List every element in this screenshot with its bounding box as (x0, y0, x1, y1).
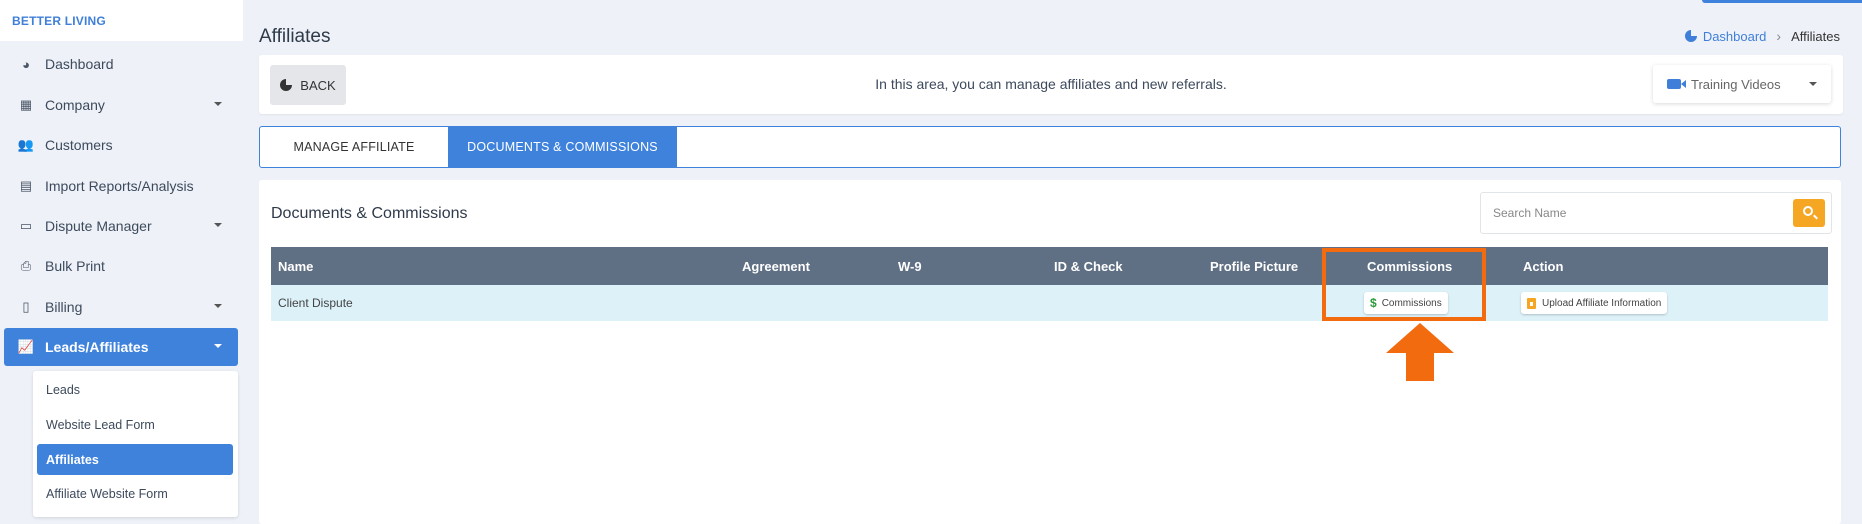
laptop-icon: ▭ (19, 218, 33, 233)
building-icon: ▦ (19, 97, 33, 112)
info-bar: BACK In this area, you can manage affili… (259, 55, 1843, 114)
breadcrumb-home-label: Dashboard (1702, 28, 1767, 44)
pie-chart-icon: ◕ (22, 56, 30, 72)
video-camera-icon (1667, 79, 1686, 89)
search-box (1480, 192, 1832, 234)
sidebar-item-label: Customers (45, 137, 113, 153)
sidebar-item-dashboard[interactable]: ◕ Dashboard (4, 45, 238, 83)
brand-logo[interactable]: BETTER LIVING (0, 0, 243, 41)
breadcrumb-current: Affiliates (1791, 28, 1840, 44)
column-header-profile-picture: Profile Picture (1210, 258, 1299, 274)
sidebar-item-label: Bulk Print (45, 258, 105, 274)
tab-bar: MANAGE AFFILIATE DOCUMENTS & COMMISSIONS (259, 126, 1841, 168)
submenu-item-affiliate-website-form[interactable]: Affiliate Website Form (37, 478, 233, 509)
sidebar-item-bulk-print[interactable]: ⎙ Bulk Print (4, 247, 238, 285)
search-input[interactable] (1481, 193, 1791, 233)
caret-down-icon (214, 223, 222, 227)
invoice-icon: ▯ (22, 299, 30, 314)
affiliates-table: Name Agreement W-9 ID & Check Profile Pi… (271, 247, 1828, 321)
chevron-right-icon: › (1776, 28, 1782, 44)
sidebar-item-label: Import Reports/Analysis (45, 178, 194, 194)
breadcrumb-dashboard-link[interactable]: Dashboard (1684, 28, 1767, 44)
file-import-icon: ▤ (19, 178, 33, 193)
cell-name: Client Dispute (278, 296, 353, 310)
sidebar-item-billing[interactable]: ▯ Billing (4, 288, 238, 326)
training-videos-dropdown[interactable]: Training Videos (1653, 65, 1831, 103)
column-header-id-check: ID & Check (1054, 258, 1123, 274)
caret-down-icon (214, 102, 222, 106)
search-button[interactable] (1793, 199, 1825, 227)
tab-manage-affiliate[interactable]: MANAGE AFFILIATE (260, 127, 448, 167)
sidebar-item-leads-affiliates[interactable]: 📈 Leads/Affiliates (4, 328, 238, 366)
sidebar-item-customers[interactable]: 👥 Customers (4, 126, 238, 164)
sidebar-item-dispute-manager[interactable]: ▭ Dispute Manager (4, 207, 238, 245)
top-accent-bar (1702, 0, 1862, 3)
table-header: Name Agreement W-9 ID & Check Profile Pi… (271, 247, 1828, 285)
training-videos-label: Training Videos (1691, 76, 1781, 92)
page-title: Affiliates (259, 26, 331, 47)
search-icon (1803, 206, 1813, 216)
caret-down-icon (214, 304, 222, 308)
sidebar: BETTER LIVING ◕ Dashboard ▦ Company 👥 Cu… (0, 0, 243, 524)
sidebar-item-company[interactable]: ▦ Company (4, 86, 238, 124)
sidebar-item-label: Billing (45, 299, 83, 315)
upload-affiliate-information-button[interactable]: Upload Affiliate Information (1521, 292, 1668, 314)
submenu-item-leads[interactable]: Leads (37, 374, 233, 405)
printer-icon: ⎙ (20, 258, 32, 273)
sidebar-item-import-reports[interactable]: ▤ Import Reports/Analysis (4, 167, 238, 205)
column-header-agreement: Agreement (742, 258, 810, 274)
tab-documents-commissions[interactable]: DOCUMENTS & COMMISSIONS (448, 127, 677, 167)
users-icon: 👥 (17, 137, 35, 152)
cell-action: Upload Affiliate Information (1521, 285, 1668, 321)
submenu-item-website-lead-form[interactable]: Website Lead Form (37, 409, 233, 440)
table-row: Client Dispute $ Commissions Upload Affi… (271, 285, 1828, 321)
file-upload-icon (1527, 297, 1536, 309)
column-header-w9: W-9 (898, 258, 922, 274)
caret-down-icon (214, 344, 222, 348)
commissions-highlight-box (1322, 248, 1486, 321)
submenu-item-affiliates[interactable]: Affiliates (37, 444, 233, 475)
pie-chart-icon (1684, 30, 1697, 42)
upload-button-label: Upload Affiliate Information (1542, 297, 1662, 309)
card-title: Documents & Commissions (271, 205, 468, 222)
sidebar-item-label: Dispute Manager (45, 218, 152, 234)
caret-down-icon (1809, 82, 1817, 86)
up-arrow-annotation-icon (1386, 323, 1454, 381)
breadcrumb: Dashboard › Affiliates (1684, 28, 1840, 44)
sidebar-item-label: Dashboard (45, 56, 114, 72)
leads-affiliates-submenu: Leads Website Lead Form Affiliates Affil… (33, 371, 238, 517)
info-message: In this area, you can manage affiliates … (875, 76, 1227, 92)
chart-line-icon: 📈 (17, 339, 35, 354)
documents-commissions-card: Documents & Commissions Name Agreement W… (259, 180, 1841, 524)
sidebar-item-label: Leads/Affiliates (45, 339, 149, 355)
column-header-action: Action (1523, 258, 1564, 274)
sidebar-item-label: Company (45, 97, 105, 113)
column-header-name: Name (278, 258, 314, 274)
